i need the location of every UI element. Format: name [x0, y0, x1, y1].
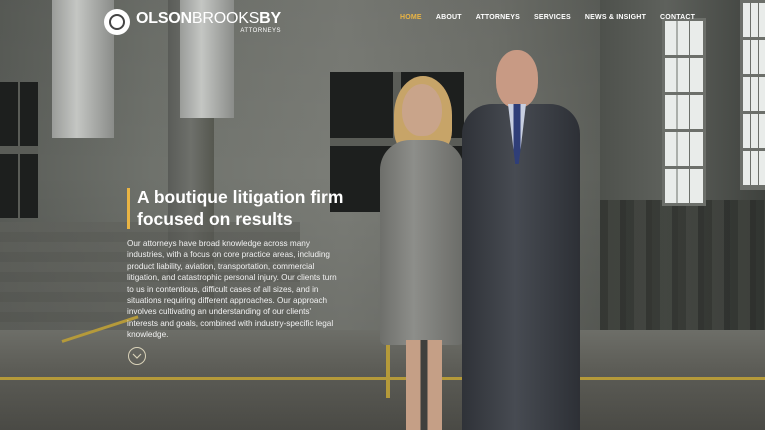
main-nav: HOME ABOUT ATTORNEYS SERVICES NEWS & INS…: [400, 14, 709, 21]
brand-name-part: OLSON: [136, 9, 192, 27]
brand-name-part: BY: [259, 9, 281, 27]
circle-logo-icon: [104, 9, 130, 35]
floor: [0, 330, 765, 430]
brand-subtitle: ATTORNEYS: [240, 27, 281, 34]
nav-item-contact[interactable]: CONTACT: [660, 14, 695, 21]
chevron-down-icon: [132, 353, 142, 359]
person-man: [462, 104, 580, 430]
brand-name: OLSONBROOKSBY: [136, 9, 281, 27]
window: [0, 82, 38, 218]
hero-title: A boutique litigation firm focused on re…: [137, 187, 344, 229]
scroll-down-button[interactable]: [128, 347, 146, 365]
hero-description: Our attorneys have broad knowledge acros…: [127, 239, 337, 340]
nav-item-attorneys[interactable]: ATTORNEYS: [476, 14, 520, 21]
person-woman-face: [402, 84, 442, 136]
person-man-face: [496, 50, 538, 108]
logo-wordmark: OLSONBROOKSBY ATTORNEYS: [136, 9, 281, 34]
nav-item-news-insight[interactable]: NEWS & INSIGHT: [585, 14, 646, 21]
site-header: OLSONBROOKSBY ATTORNEYS HOME ABOUT ATTOR…: [0, 0, 765, 40]
floor-stripe: [0, 377, 765, 380]
logo-link[interactable]: OLSONBROOKSBY ATTORNEYS: [104, 9, 281, 35]
person-woman-legs: [406, 340, 442, 430]
nav-item-about[interactable]: ABOUT: [436, 14, 462, 21]
brand-name-part: BROOKS: [191, 9, 260, 27]
nav-item-services[interactable]: SERVICES: [534, 14, 571, 21]
hero-background-image: [0, 0, 765, 430]
window: [662, 18, 706, 206]
person-woman: [380, 140, 464, 345]
nav-item-home[interactable]: HOME: [400, 14, 422, 21]
floor-stripe: [386, 340, 390, 398]
hero-accent-bar: [127, 188, 130, 229]
